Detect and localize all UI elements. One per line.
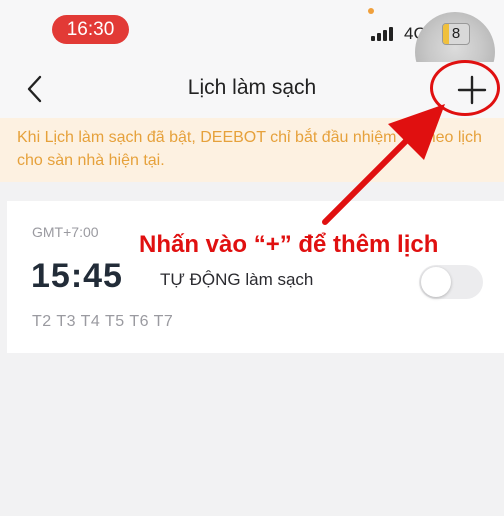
status-bar: 16:30 4G 8 [0, 0, 504, 92]
status-time: 16:30 [52, 15, 129, 44]
nav-header: Lịch làm sạch [0, 62, 504, 118]
page-title: Lịch làm sạch [187, 76, 317, 99]
schedule-timezone: GMT+7:00 [32, 224, 99, 240]
annotation-text: Nhấn vào “+” để thêm lịch [139, 231, 439, 258]
toggle-knob [421, 267, 451, 297]
schedule-time: 15:45 [31, 257, 123, 295]
schedule-toggle[interactable] [419, 265, 483, 299]
schedule-notice: Khi Lịch làm sạch đã bật, DEEBOT chỉ bắt… [0, 118, 504, 182]
highlight-circle [430, 60, 500, 116]
signal-strength-icon [371, 27, 399, 41]
battery-level: 8 [451, 25, 461, 42]
schedule-days: T2 T3 T4 T5 T6 T7 [32, 313, 174, 330]
battery-icon: 8 [442, 23, 470, 45]
status-indicator-dot [368, 8, 374, 14]
schedule-card[interactable]: GMT+7:00 15:45 TỰ ĐỘNG làm sạch T2 T3 T4… [7, 201, 504, 353]
schedule-mode: TỰ ĐỘNG làm sạch [160, 270, 314, 289]
